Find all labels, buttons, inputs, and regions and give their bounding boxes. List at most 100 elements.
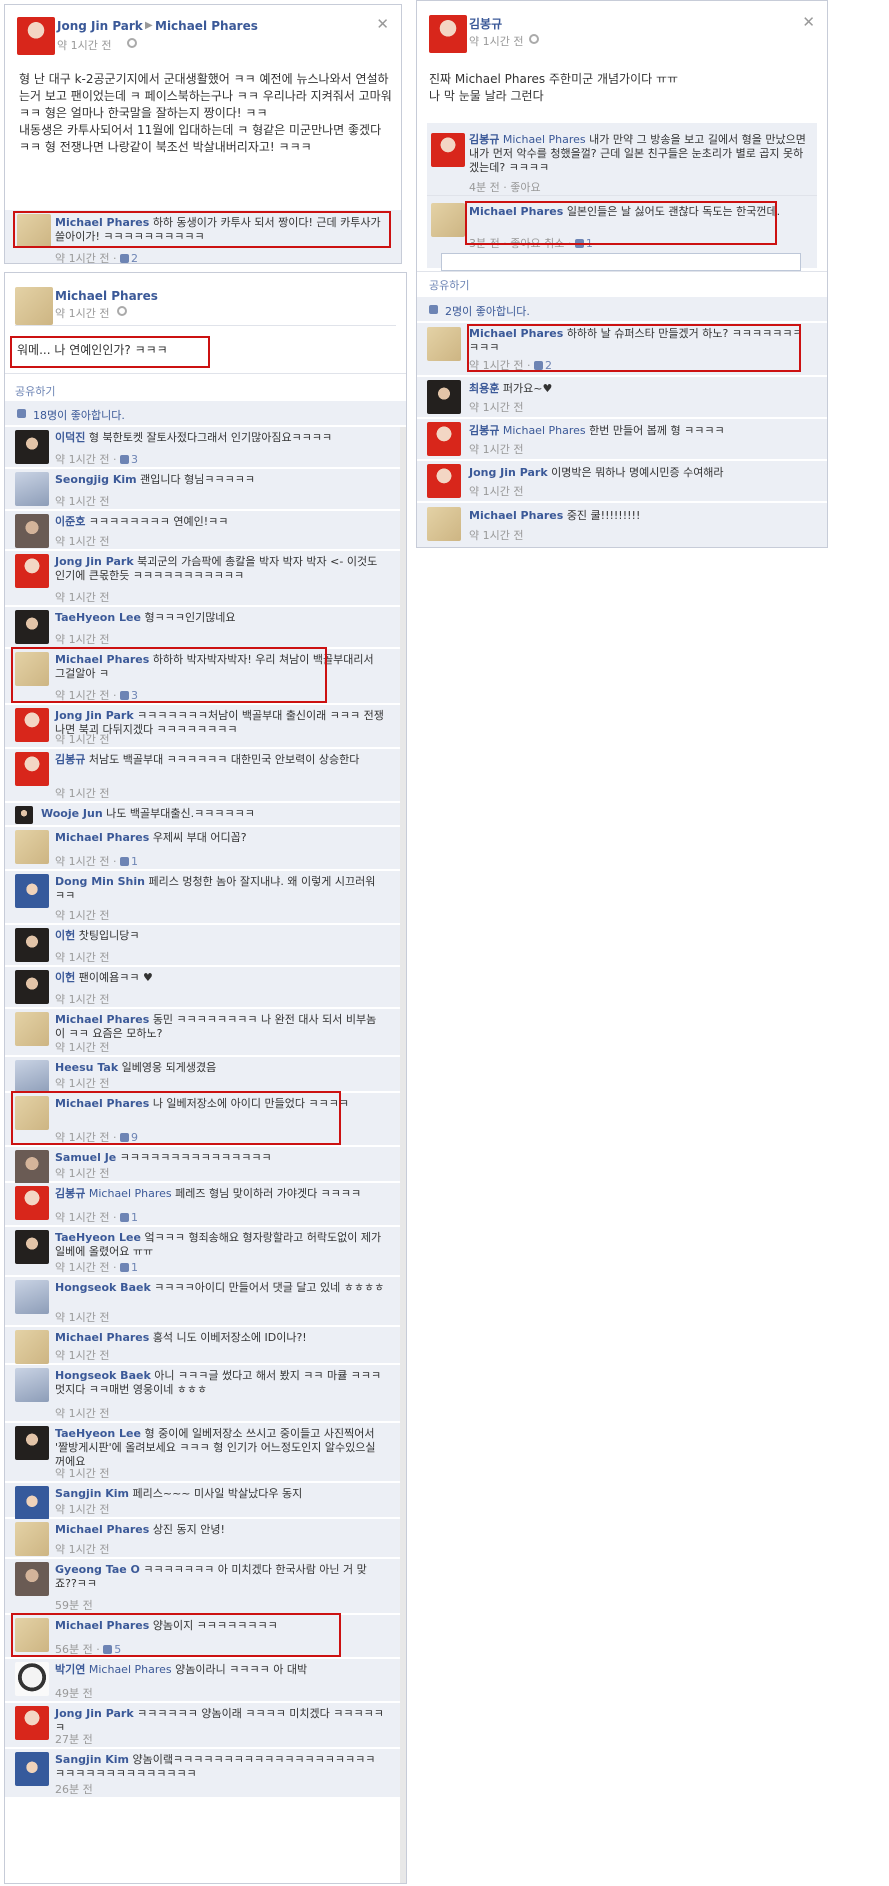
comment-author[interactable]: Wooje Jun xyxy=(41,807,103,820)
comment-likes[interactable]: 1 xyxy=(131,1211,138,1224)
avatar[interactable] xyxy=(15,472,49,506)
comment-author[interactable]: 이준호 xyxy=(55,515,85,528)
comment-author[interactable]: Jong Jin Park xyxy=(55,555,134,568)
comment-time[interactable]: 약 1시간 전 xyxy=(55,909,109,922)
avatar[interactable] xyxy=(15,554,49,588)
comment-author[interactable]: Michael Phares xyxy=(469,509,563,522)
comment-time[interactable]: 약 1시간 전 xyxy=(55,1261,109,1274)
avatar[interactable] xyxy=(15,1230,49,1264)
avatar[interactable] xyxy=(15,1012,49,1046)
like-count[interactable]: 2명이 좋아합니다. xyxy=(445,303,530,319)
comment-author[interactable]: Hongseok Baek xyxy=(55,1281,151,1294)
comment-meta[interactable]: 4분 전 · 좋아요 xyxy=(469,179,541,195)
avatar[interactable] xyxy=(15,1522,49,1556)
avatar[interactable] xyxy=(431,203,465,237)
gear-icon[interactable] xyxy=(529,34,539,44)
comment-time[interactable]: 약 1시간 전 xyxy=(55,535,109,548)
like-count[interactable]: 18명이 좋아합니다. xyxy=(33,407,125,423)
comment-time[interactable]: 약 1시간 전 xyxy=(55,453,109,466)
avatar[interactable] xyxy=(15,430,49,464)
avatar[interactable] xyxy=(427,327,461,361)
post-time[interactable]: 약 1시간 전 xyxy=(55,305,109,321)
comment-time[interactable]: 약 1시간 전 xyxy=(55,733,109,746)
comment-author[interactable]: Sangjin Kim xyxy=(55,1487,129,1500)
share-link[interactable]: 공유하기 xyxy=(429,277,469,293)
comment-time[interactable]: 약 1시간 전 xyxy=(55,855,109,868)
avatar[interactable] xyxy=(15,970,49,1004)
comment-mention[interactable]: Michael Phares xyxy=(503,133,586,146)
comment-time[interactable]: 약 1시간 전 xyxy=(55,252,109,263)
author-name[interactable]: 김봉규 xyxy=(469,15,502,32)
comment-input[interactable] xyxy=(441,253,801,271)
avatar[interactable] xyxy=(15,1186,49,1220)
avatar[interactable] xyxy=(15,806,33,824)
author-avatar[interactable] xyxy=(17,17,55,55)
comment-author[interactable]: Michael Phares xyxy=(55,831,149,844)
comment-author[interactable]: 김봉규 xyxy=(55,1187,85,1200)
author-avatar[interactable] xyxy=(429,15,467,53)
gear-icon[interactable] xyxy=(117,306,127,316)
avatar[interactable] xyxy=(431,133,465,167)
avatar[interactable] xyxy=(427,464,461,498)
comment-author[interactable]: Michael Phares xyxy=(55,1331,149,1344)
comment-author[interactable]: TaeHyeon Lee xyxy=(55,1231,141,1244)
comment-time[interactable]: 약 1시간 전 xyxy=(469,527,523,543)
close-icon[interactable]: ✕ xyxy=(376,15,389,33)
comment-author[interactable]: 김봉규 xyxy=(469,424,499,437)
avatar[interactable] xyxy=(15,928,49,962)
author-name[interactable]: Jong Jin Park xyxy=(57,19,143,33)
avatar[interactable] xyxy=(15,1486,49,1520)
avatar[interactable] xyxy=(15,1368,49,1402)
avatar[interactable] xyxy=(427,380,461,414)
avatar[interactable] xyxy=(15,1426,49,1460)
avatar[interactable] xyxy=(15,1562,49,1596)
comment-time[interactable]: 약 1시간 전 xyxy=(55,1543,109,1556)
avatar[interactable] xyxy=(15,1752,49,1786)
comment-author[interactable]: TaeHyeon Lee xyxy=(55,1427,141,1440)
avatar[interactable] xyxy=(15,1060,49,1094)
author-name[interactable]: Michael Phares xyxy=(55,289,158,303)
comment-time[interactable]: 약 1시간 전 xyxy=(55,1167,109,1180)
comment-author[interactable]: Heesu Tak xyxy=(55,1061,118,1074)
comment-mention[interactable]: Michael Phares xyxy=(89,1187,172,1200)
comment-time[interactable]: 약 1시간 전 xyxy=(55,495,109,508)
comment-author[interactable]: Samuel Je xyxy=(55,1151,116,1164)
comment-author[interactable]: Michael Phares xyxy=(55,1523,149,1536)
comment-author[interactable]: 이헌 xyxy=(55,971,75,984)
avatar[interactable] xyxy=(15,514,49,548)
close-icon[interactable]: ✕ xyxy=(802,13,815,31)
comment-author[interactable]: 김봉규 xyxy=(55,753,85,766)
comment-mention[interactable]: Michael Phares xyxy=(89,1663,172,1676)
scrollbar[interactable] xyxy=(400,427,406,1883)
comment-author[interactable]: Sangjin Kim xyxy=(55,1753,129,1766)
comment-time[interactable]: 약 1시간 전 xyxy=(55,1311,109,1324)
avatar[interactable] xyxy=(427,422,461,456)
comment-author[interactable]: Gyeong Tae O xyxy=(55,1563,140,1576)
gear-icon[interactable] xyxy=(127,38,137,48)
target-name[interactable]: Michael Phares xyxy=(155,19,258,33)
avatar[interactable] xyxy=(15,874,49,908)
comment-time[interactable]: 약 1시간 전 xyxy=(55,993,109,1006)
comment-likes[interactable]: 1 xyxy=(131,855,138,868)
comment-likes[interactable]: 2 xyxy=(131,252,138,263)
comment-time[interactable]: 약 1시간 전 xyxy=(55,1467,109,1480)
post-time[interactable]: 약 1시간 전 xyxy=(57,37,111,53)
comment-time[interactable]: 약 1시간 전 xyxy=(55,1503,109,1516)
avatar[interactable] xyxy=(15,1150,49,1184)
comment-author[interactable]: 이헌 xyxy=(55,929,75,942)
comment-time[interactable]: 약 1시간 전 xyxy=(469,483,523,499)
comment-author[interactable]: 박기연 xyxy=(55,1663,85,1676)
comment-mention[interactable]: Michael Phares xyxy=(503,424,586,437)
comment-author[interactable]: Jong Jin Park xyxy=(55,709,134,722)
comment-time[interactable]: 약 1시간 전 xyxy=(55,1407,109,1420)
comment-author[interactable]: Jong Jin Park xyxy=(55,1707,134,1720)
comment-author[interactable]: Jong Jin Park xyxy=(469,466,548,479)
avatar[interactable] xyxy=(15,1330,49,1364)
comment-author[interactable]: 최용훈 xyxy=(469,382,499,395)
avatar[interactable] xyxy=(15,752,49,786)
comment-author[interactable]: 이덕진 xyxy=(55,431,85,444)
avatar[interactable] xyxy=(15,1706,49,1740)
comment-author[interactable]: Michael Phares xyxy=(55,1013,149,1026)
avatar[interactable] xyxy=(15,1662,49,1696)
comment-time[interactable]: 49분 전 xyxy=(55,1687,93,1700)
